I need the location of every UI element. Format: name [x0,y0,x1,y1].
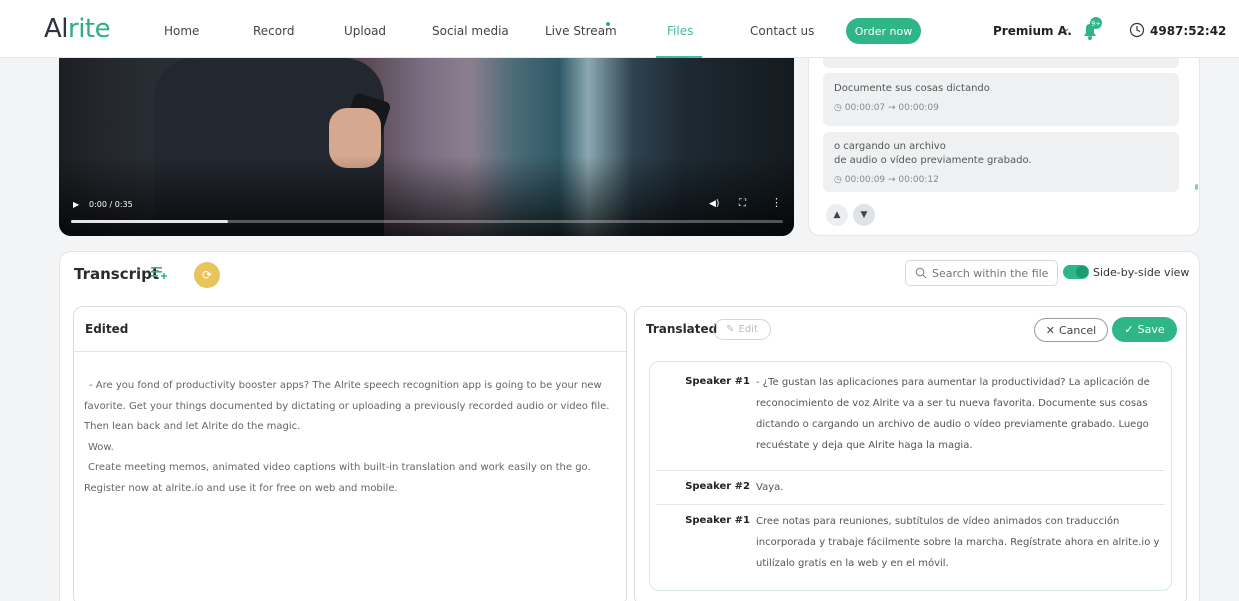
subtitle-text: Documente sus cosas dictando [834,83,990,94]
edited-transcript-text[interactable]: - Are you fond of productivity booster a… [84,376,614,499]
check-icon: ✓ [1124,323,1134,336]
nav-link-social-media[interactable]: Social media [432,24,509,38]
clock-icon: ◷ [834,103,845,113]
alrite-logo[interactable]: Alrite [44,14,111,44]
live-indicator-dot [606,22,610,26]
clock-icon: ◷ [834,175,845,185]
search-icon [915,267,927,279]
speaker-label: Speaker #2 [685,481,750,492]
edited-paragraph: Wow. [88,441,114,453]
edited-paragraph: Create meeting memos, animated video cap… [84,462,591,494]
subtitle-time: 00:00:09 → 00:00:12 [844,175,939,185]
volume-icon[interactable]: ◀) [709,199,719,209]
play-icon[interactable]: ▶ [73,200,79,209]
video-player[interactable]: ▶ 0:00 / 0:35 ◀) ⛶ ⋮ [59,58,794,236]
more-options-icon[interactable]: ⋮ [771,196,782,209]
segment-text: Cree notas para reuniones, subtítulos de… [756,516,1160,569]
logo-accent: rite [68,14,111,44]
subtitle-card[interactable]: o cargando un archivo de audio o vídeo p… [823,132,1179,192]
nav-link-live-stream[interactable]: Live Stream [545,24,617,38]
edited-panel-header: Edited [74,307,626,352]
order-now-button[interactable]: Order now [846,18,921,44]
chevron-down-icon[interactable]: ⌄ [1062,23,1070,34]
transcript-title: Transcript [74,265,160,283]
logo-prefix: Al [44,14,69,44]
subtitles-panel: Documente sus cosas dictando ◷ 00:00:07 … [808,58,1200,236]
edit-label: Edit [738,324,758,335]
notification-bell-icon[interactable]: 9+ [1077,17,1103,43]
transcript-section: Transcript ⟳ Side-by-side view Edited - … [59,251,1200,601]
edited-paragraph: - Are you fond of productivity booster a… [84,380,610,432]
notification-badge: 9+ [1091,20,1101,28]
pencil-icon: ✎ [726,324,735,335]
segment-text: - ¿Te gustan las aplicaciones para aumen… [756,377,1150,451]
subtitle-timecode: ◷ 00:00:07 → 00:00:09 [834,103,939,113]
save-button[interactable]: ✓ Save [1112,317,1177,342]
side-by-side-toggle[interactable] [1063,265,1089,279]
speaker-label: Speaker #1 [685,515,750,526]
subtitle-text: o cargando un archivo de audio o vídeo p… [834,141,1032,166]
save-label: Save [1137,323,1165,336]
segment-text: Vaya. [756,482,784,493]
subtitle-time: 00:00:07 → 00:00:09 [844,103,939,113]
segment-divider [656,504,1165,505]
avatar[interactable]: ⟳ [194,262,220,288]
clock-icon [1129,22,1145,38]
search-input[interactable] [932,265,1052,282]
subtitles-scrollbar[interactable] [1195,184,1198,190]
nav-link-contact-us[interactable]: Contact us [750,24,814,38]
edited-panel: Edited - Are you fond of productivity bo… [73,306,627,601]
video-progress-fill [71,220,228,223]
side-by-side-label: Side-by-side view [1093,266,1190,279]
chevron-down-icon: ▼ [860,210,868,220]
fullscreen-icon[interactable]: ⛶ [739,198,746,209]
playlist-icon[interactable] [151,266,169,280]
video-time: 0:00 / 0:35 [89,200,133,209]
subtitle-timecode: ◷ 00:00:09 → 00:00:12 [834,175,939,185]
cancel-label: Cancel [1058,323,1097,337]
chevron-up-icon: ▲ [833,210,841,220]
toggle-knob [1076,266,1088,278]
next-subtitle-button[interactable]: ▼ [853,204,875,226]
previous-subtitle-button[interactable]: ▲ [826,204,848,226]
refresh-icon: ⟳ [201,268,213,282]
close-icon: ✕ [1045,323,1055,337]
speaker-label: Speaker #1 [685,376,750,387]
nav-link-record[interactable]: Record [253,24,294,38]
edit-button[interactable]: ✎ Edit [713,319,771,340]
search-box[interactable] [905,260,1058,286]
top-navigation: Alrite Home Record Upload Social media L… [0,0,1239,58]
segment-divider [656,470,1165,471]
subtitle-card-previous[interactable] [823,58,1179,68]
user-menu-label[interactable]: Premium A. [993,24,1072,38]
video-gradient-overlay [59,58,794,236]
edited-title: Edited [85,322,129,336]
translated-panel: Translated ✎ Edit ✕ Cancel ✓ Save Speaker #… [634,306,1187,601]
translated-segments: Speaker #1 - ¿Te gustan las aplicaciones… [649,361,1172,591]
cancel-button[interactable]: ✕ Cancel [1034,318,1108,342]
nav-link-upload[interactable]: Upload [344,24,386,38]
translated-panel-header: Translated ✎ Edit ✕ Cancel ✓ Save [635,307,1186,352]
nav-link-files[interactable]: Files [667,24,693,38]
translated-title: Translated [646,322,718,336]
subtitle-card[interactable]: Documente sus cosas dictando ◷ 00:00:07 … [823,73,1179,126]
nav-link-home[interactable]: Home [164,24,199,38]
remaining-time: 4987:52:42 [1150,24,1227,38]
